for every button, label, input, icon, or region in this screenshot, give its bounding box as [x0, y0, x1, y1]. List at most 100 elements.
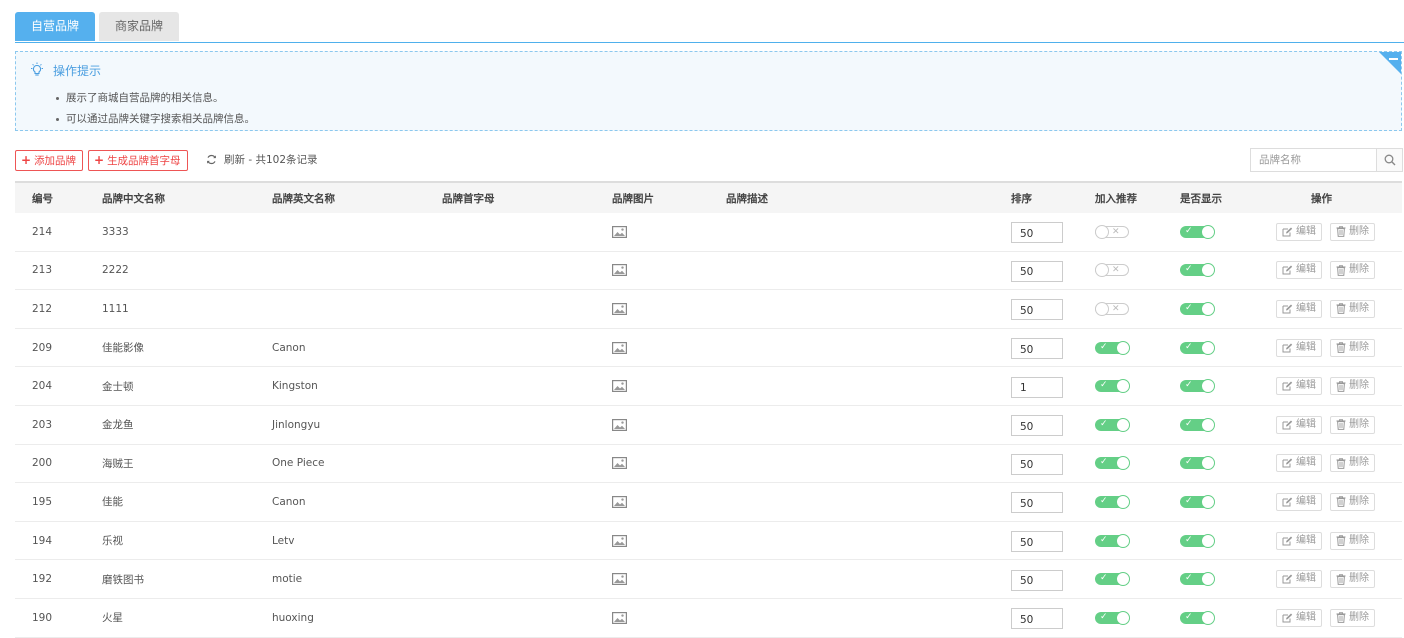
sort-input[interactable] — [1011, 376, 1063, 398]
sort-input[interactable] — [1011, 338, 1063, 360]
image-icon[interactable] — [612, 611, 627, 624]
edit-button[interactable]: 编辑 — [1276, 531, 1322, 550]
delete-button[interactable]: 删除 — [1330, 377, 1375, 396]
recommend-toggle[interactable]: ✓ — [1095, 494, 1130, 509]
show-toggle[interactable]: ✓ — [1180, 610, 1215, 625]
cell-show: ✓ — [1180, 213, 1215, 251]
image-icon[interactable] — [612, 573, 627, 586]
sort-input[interactable] — [1011, 222, 1063, 244]
image-icon[interactable] — [612, 302, 627, 315]
image-icon[interactable] — [612, 418, 627, 431]
edit-label: 编辑 — [1296, 534, 1316, 546]
cell-sort — [1011, 367, 1063, 405]
delete-button[interactable]: 删除 — [1330, 415, 1375, 434]
show-toggle[interactable]: ✓ — [1180, 301, 1215, 316]
edit-button[interactable]: 编辑 — [1276, 415, 1322, 434]
toggle-mark: ✓ — [1185, 573, 1193, 584]
collapse-icon[interactable] — [1379, 52, 1401, 74]
recommend-toggle[interactable]: ✓ — [1095, 456, 1130, 471]
delete-button[interactable]: 删除 — [1330, 570, 1375, 589]
header-initial: 品牌首字母 — [442, 192, 495, 205]
cell-en-name: One Piece — [272, 457, 325, 470]
cell-recommend: ✓ — [1095, 483, 1130, 521]
cell-id: 203 — [32, 418, 53, 431]
edit-button[interactable]: 编辑 — [1276, 338, 1322, 357]
table-body: 214 3333 ✕ ✓ — [15, 213, 1402, 638]
delete-label: 删除 — [1349, 418, 1369, 430]
edit-button[interactable]: 编辑 — [1276, 570, 1322, 589]
recommend-toggle[interactable]: ✕ — [1095, 224, 1129, 239]
search-input[interactable] — [1251, 149, 1385, 171]
image-icon[interactable] — [612, 341, 627, 354]
tips-header: 操作提示 — [29, 62, 101, 78]
show-toggle[interactable]: ✓ — [1180, 533, 1215, 548]
recommend-toggle[interactable]: ✕ — [1095, 263, 1129, 278]
image-icon[interactable] — [612, 495, 627, 508]
toggle-knob — [1116, 610, 1130, 625]
delete-button[interactable]: 删除 — [1330, 222, 1375, 241]
sort-input[interactable] — [1011, 569, 1063, 591]
edit-button[interactable]: 编辑 — [1276, 261, 1322, 280]
trash-icon — [1336, 380, 1346, 392]
delete-label: 删除 — [1349, 225, 1369, 237]
edit-button[interactable]: 编辑 — [1276, 608, 1322, 627]
show-toggle[interactable]: ✓ — [1180, 417, 1215, 432]
sort-input[interactable] — [1011, 608, 1063, 630]
delete-button[interactable]: 删除 — [1330, 454, 1375, 473]
cell-ops: 编辑 删除 — [1276, 213, 1383, 251]
recommend-toggle[interactable]: ✓ — [1095, 379, 1130, 394]
delete-label: 删除 — [1349, 264, 1369, 276]
recommend-toggle[interactable]: ✕ — [1095, 301, 1129, 316]
search-button[interactable] — [1376, 149, 1402, 171]
show-toggle[interactable]: ✓ — [1180, 456, 1215, 471]
sort-input[interactable] — [1011, 453, 1063, 475]
image-icon[interactable] — [612, 225, 627, 238]
recommend-toggle[interactable]: ✓ — [1095, 417, 1130, 432]
image-icon[interactable] — [612, 534, 627, 547]
tips-list: 展示了商城自营品牌的相关信息。 可以通过品牌关键字搜索相关品牌信息。 — [56, 88, 255, 130]
tab-merchant-brands[interactable]: 商家品牌 — [99, 12, 179, 41]
generate-initials-button[interactable]: + 生成品牌首字母 — [88, 150, 188, 171]
image-icon[interactable] — [612, 264, 627, 277]
recommend-toggle[interactable]: ✓ — [1095, 533, 1130, 548]
toggle-mark: ✕ — [1112, 265, 1120, 276]
toggle-mark: ✓ — [1185, 225, 1193, 236]
table-row: 190 火星 huoxing ✓ ✓ — [15, 598, 1402, 638]
delete-button[interactable]: 删除 — [1330, 608, 1375, 627]
edit-button[interactable]: 编辑 — [1276, 299, 1322, 318]
delete-button[interactable]: 删除 — [1330, 492, 1375, 511]
edit-button[interactable]: 编辑 — [1276, 377, 1322, 396]
sort-input[interactable] — [1011, 299, 1063, 321]
tab-self-brands[interactable]: 自营品牌 — [15, 12, 95, 41]
delete-button[interactable]: 删除 — [1330, 338, 1375, 357]
show-toggle[interactable]: ✓ — [1180, 572, 1215, 587]
recommend-toggle[interactable]: ✓ — [1095, 340, 1130, 355]
add-brand-button[interactable]: + 添加品牌 — [15, 150, 84, 171]
image-icon[interactable] — [612, 380, 627, 393]
edit-button[interactable]: 编辑 — [1276, 222, 1322, 241]
delete-button[interactable]: 删除 — [1330, 261, 1375, 280]
image-icon[interactable] — [612, 457, 627, 470]
brand-search — [1250, 148, 1403, 172]
cell-recommend: ✕ — [1095, 290, 1129, 328]
delete-button[interactable]: 删除 — [1330, 299, 1375, 318]
cell-ops: 编辑 删除 — [1276, 252, 1383, 290]
delete-button[interactable]: 删除 — [1330, 531, 1375, 550]
sort-input[interactable] — [1011, 531, 1063, 553]
refresh-button[interactable]: 刷新 - 共102条记录 — [206, 150, 318, 171]
show-toggle[interactable]: ✓ — [1180, 263, 1215, 278]
sort-input[interactable] — [1011, 492, 1063, 514]
recommend-toggle[interactable]: ✓ — [1095, 610, 1130, 625]
show-toggle[interactable]: ✓ — [1180, 379, 1215, 394]
sort-input[interactable] — [1011, 260, 1063, 282]
cell-sort — [1011, 560, 1063, 598]
sort-input[interactable] — [1011, 415, 1063, 437]
edit-button[interactable]: 编辑 — [1276, 454, 1322, 473]
edit-label: 编辑 — [1296, 573, 1316, 585]
show-toggle[interactable]: ✓ — [1180, 224, 1215, 239]
show-toggle[interactable]: ✓ — [1180, 340, 1215, 355]
edit-button[interactable]: 编辑 — [1276, 492, 1322, 511]
show-toggle[interactable]: ✓ — [1180, 494, 1215, 509]
recommend-toggle[interactable]: ✓ — [1095, 572, 1130, 587]
cell-ops: 编辑 删除 — [1276, 560, 1383, 598]
